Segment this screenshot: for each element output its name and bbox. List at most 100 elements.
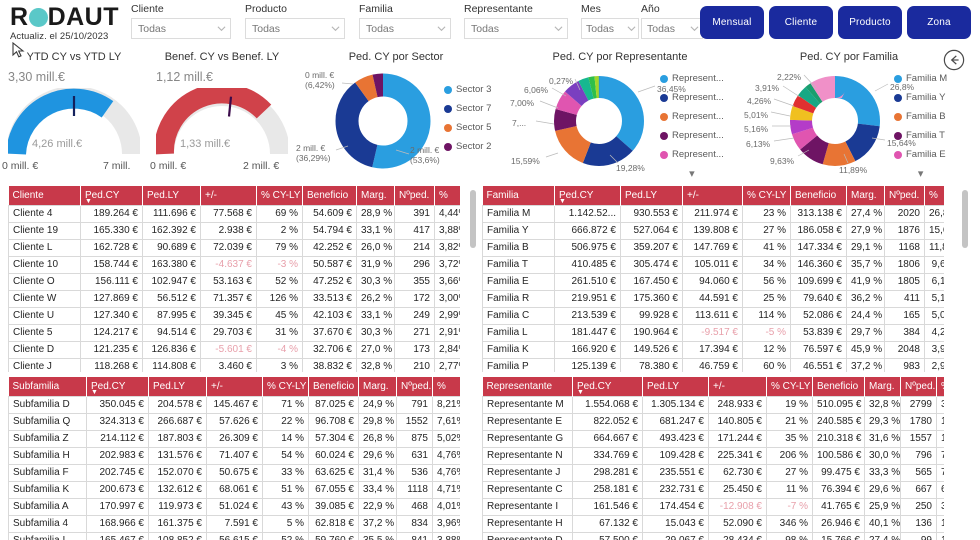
- table-row[interactable]: Cliente W 127.869 €56.512 €71.357 €126 % 3…: [8, 289, 460, 308]
- legend-item[interactable]: Sector 2: [444, 137, 491, 156]
- col-header-pedly[interactable]: Ped.LY: [620, 186, 683, 205]
- nav-button-producto[interactable]: Producto: [838, 6, 902, 39]
- table-row[interactable]: Cliente O 156.111 €102.947 €53.163 €52 % 4…: [8, 272, 460, 291]
- table-row[interactable]: Subfamilia D 350.045 €204.578 €145.467 €7…: [8, 395, 460, 414]
- legend-expand-arrow-icon[interactable]: ▾: [894, 167, 947, 180]
- col-header-beneficio[interactable]: Beneficio: [308, 377, 359, 396]
- table-row[interactable]: Familia R 219.951 €175.360 €44.591 €25 % 7…: [482, 289, 944, 308]
- col-header-pedcy[interactable]: Ped.CY ▼: [80, 186, 143, 205]
- legend-expand-arrow-icon[interactable]: ▾: [660, 167, 724, 180]
- table-row[interactable]: Subfamilia 4 168.966 €161.375 €7.591 €5 %…: [8, 514, 460, 533]
- filter-cliente-dropdown[interactable]: Todas: [131, 18, 231, 39]
- col-header-diff[interactable]: +/-: [708, 377, 767, 396]
- filter-cliente[interactable]: Cliente Todas: [131, 3, 231, 39]
- table-row[interactable]: Subfamilia Z 214.112 €187.803 €26.309 €14…: [8, 429, 460, 448]
- legend-item[interactable]: Familia E: [894, 145, 947, 164]
- legend-item[interactable]: Familia Y: [894, 88, 947, 107]
- table-row[interactable]: Subfamilia I165.467 €108.852 €56.615 €52…: [8, 531, 460, 540]
- col-header-marg[interactable]: Marg.: [356, 186, 395, 205]
- col-header-pct[interactable]: %: [936, 377, 944, 396]
- legend-item[interactable]: Familia B: [894, 107, 947, 126]
- col-header-pctcyly[interactable]: % CY-LY: [262, 377, 309, 396]
- table-row[interactable]: Familia L 181.447 €190.964 € -9.517 € -5 % 5…: [482, 323, 944, 342]
- legend-item[interactable]: Sector 7: [444, 99, 491, 118]
- filter-producto-dropdown[interactable]: Todas: [245, 18, 345, 39]
- table-row[interactable]: Representante N 334.769 €109.428 €225.341…: [482, 446, 944, 465]
- col-header-pctcyly[interactable]: % CY-LY: [766, 377, 813, 396]
- table-row[interactable]: Familia K 166.920 €149.526 €17.394 €12 % 7…: [482, 340, 944, 359]
- table-row[interactable]: Subfamilia Q 324.313 €266.687 €57.626 €22…: [8, 412, 460, 431]
- col-header-nped[interactable]: Nºped.: [396, 377, 433, 396]
- legend-item[interactable]: Represent...: [660, 88, 724, 107]
- filter-familia-dropdown[interactable]: Todas: [359, 18, 451, 39]
- table-row[interactable]: Representante E 822.052 €681.247 €140.805…: [482, 412, 944, 431]
- table-row[interactable]: Cliente U 127.340 €87.995 €39.345 €45 % 42…: [8, 306, 460, 325]
- col-header-subfamilia[interactable]: Subfamilia: [8, 377, 87, 396]
- table-row[interactable]: Representante G 664.667 €493.423 €171.244…: [482, 429, 944, 448]
- col-header-familia[interactable]: Familia: [482, 186, 555, 205]
- col-header-nped[interactable]: Nºped.: [394, 186, 435, 205]
- table-row[interactable]: Familia M 1.142.52... 930.553 €211.974 €23…: [482, 204, 944, 223]
- col-header-cliente[interactable]: Cliente: [8, 186, 81, 205]
- col-header-nped[interactable]: Nºped.: [900, 377, 937, 396]
- col-header-nped[interactable]: Nºped.: [884, 186, 925, 205]
- col-header-beneficio[interactable]: Beneficio: [790, 186, 847, 205]
- table-row[interactable]: Cliente 19 165.330 €162.392 €2.938 €2 % 54…: [8, 221, 460, 240]
- col-header-representante[interactable]: Representante: [482, 377, 573, 396]
- col-header-marg[interactable]: Marg.: [846, 186, 885, 205]
- filter-producto[interactable]: Producto Todas: [245, 3, 345, 39]
- legend-item[interactable]: Familia M: [894, 69, 947, 88]
- filter-mes[interactable]: Mes Todas: [581, 3, 639, 39]
- table-row[interactable]: Familia Y 666.872 €527.064 €139.808 €27 %…: [482, 221, 944, 240]
- col-header-diff[interactable]: +/-: [200, 186, 257, 205]
- filter-representante[interactable]: Representante Todas: [464, 3, 568, 39]
- filter-ano[interactable]: Año Todas: [641, 3, 703, 39]
- filter-familia[interactable]: Familia Todas: [359, 3, 451, 39]
- col-header-pedly[interactable]: Ped.LY: [642, 377, 709, 396]
- legend-item[interactable]: Represent...: [660, 107, 724, 126]
- col-header-beneficio[interactable]: Beneficio: [812, 377, 865, 396]
- table-row[interactable]: Cliente 5 124.217 €94.514 €29.703 €31 % 37…: [8, 323, 460, 342]
- legend-item[interactable]: Familia T: [894, 126, 947, 145]
- col-header-pedly[interactable]: Ped.LY: [148, 377, 207, 396]
- legend-item[interactable]: Represent...: [660, 145, 724, 164]
- table-row[interactable]: Subfamilia H 202.983 €131.576 €71.407 €54…: [8, 446, 460, 465]
- filter-ano-dropdown[interactable]: Todas: [641, 18, 703, 39]
- table-row[interactable]: Representante C 258.181 €232.731 €25.450 …: [482, 480, 944, 499]
- col-header-pctcyly[interactable]: % CY-LY: [742, 186, 791, 205]
- table-row[interactable]: Familia E 261.510 €167.450 €94.060 €56 % 1…: [482, 272, 944, 291]
- table-row[interactable]: Representante D57.500 €29.067 €28.434 €9…: [482, 531, 944, 540]
- col-header-diff[interactable]: +/-: [206, 377, 263, 396]
- table-row[interactable]: Familia B 506.975 €359.207 €147.769 €41 %…: [482, 238, 944, 257]
- table-row[interactable]: Representante J 298.281 €235.551 €62.730 …: [482, 463, 944, 482]
- legend-item[interactable]: Represent...: [660, 69, 724, 88]
- scrollbar-cliente[interactable]: [470, 190, 476, 248]
- filter-mes-dropdown[interactable]: Todas: [581, 18, 639, 39]
- col-header-diff[interactable]: +/-: [682, 186, 743, 205]
- col-header-marg[interactable]: Marg.: [864, 377, 901, 396]
- back-button[interactable]: [943, 49, 965, 71]
- col-header-pctcyly[interactable]: % CY-LY: [256, 186, 303, 205]
- col-header-pedly[interactable]: Ped.LY: [142, 186, 201, 205]
- col-header-pct[interactable]: %: [434, 186, 460, 205]
- filter-representante-dropdown[interactable]: Todas: [464, 18, 568, 39]
- table-row[interactable]: Representante M 1.554.068 €1.305.134 €248…: [482, 395, 944, 414]
- col-header-beneficio[interactable]: Beneficio: [302, 186, 357, 205]
- table-row[interactable]: Cliente 10 158.744 €163.380 € -4.637 € -3 %…: [8, 255, 460, 274]
- col-header-marg[interactable]: Marg.: [358, 377, 397, 396]
- legend-item[interactable]: Sector 5: [444, 118, 491, 137]
- table-row[interactable]: Familia T 410.485 €305.474 €105.011 €34 %…: [482, 255, 944, 274]
- table-row[interactable]: Familia C 213.539 €99.928 €113.611 €114 %…: [482, 306, 944, 325]
- table-row[interactable]: Familia P 125.139 €78.380 €46.759 €60 % 46…: [482, 357, 944, 372]
- table-row[interactable]: Representante H 67.132 €15.043 €52.090 €3…: [482, 514, 944, 533]
- nav-button-zona[interactable]: Zona: [907, 6, 971, 39]
- nav-button-mensual[interactable]: Mensual: [700, 6, 764, 39]
- table-row[interactable]: Subfamilia K 200.673 €132.612 €68.061 €51…: [8, 480, 460, 499]
- legend-item[interactable]: Represent...: [660, 126, 724, 145]
- legend-item[interactable]: Sector 3: [444, 80, 491, 99]
- table-row[interactable]: Cliente J 118.268 €114.808 €3.460 €3 % 38.…: [8, 357, 460, 372]
- col-header-pct[interactable]: %: [924, 186, 944, 205]
- col-header-pedcy[interactable]: Ped.CY ▼: [86, 377, 149, 396]
- scrollbar-familia[interactable]: [962, 190, 968, 248]
- col-header-pedcy[interactable]: Ped.CY ▼: [554, 186, 621, 205]
